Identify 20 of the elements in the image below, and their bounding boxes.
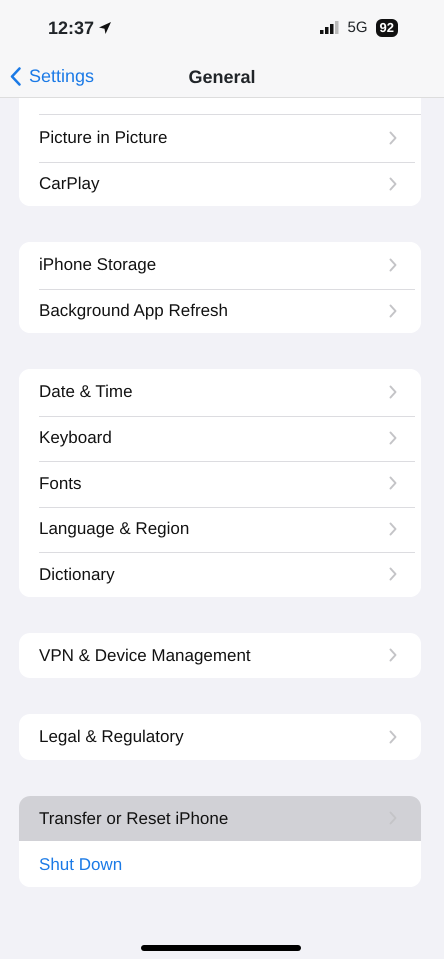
chevron-right-icon — [389, 384, 397, 399]
nav-title: General — [188, 66, 256, 86]
chevron-right-icon — [389, 567, 397, 582]
chevron-right-icon — [389, 258, 397, 272]
battery-level: 92 — [376, 19, 398, 37]
chevron-right-icon — [389, 304, 397, 318]
network-label: 5G — [348, 18, 368, 38]
chevron-right-icon — [389, 130, 397, 145]
chevron-right-icon — [389, 430, 397, 445]
chevron-right-icon — [389, 648, 397, 662]
status-time: 12:37 — [48, 16, 94, 40]
chevron-right-icon — [389, 522, 397, 536]
location-arrow-icon — [98, 21, 112, 35]
signal-icon — [320, 21, 340, 35]
chevron-right-icon — [389, 476, 397, 490]
chevron-left-icon — [10, 67, 21, 86]
settings-row[interactable]: Transfer or Reset iPhone — [19, 796, 421, 841]
chevron-right-icon — [389, 730, 397, 744]
chevron-right-icon — [389, 176, 397, 191]
back-button[interactable]: Settings — [0, 63, 94, 90]
